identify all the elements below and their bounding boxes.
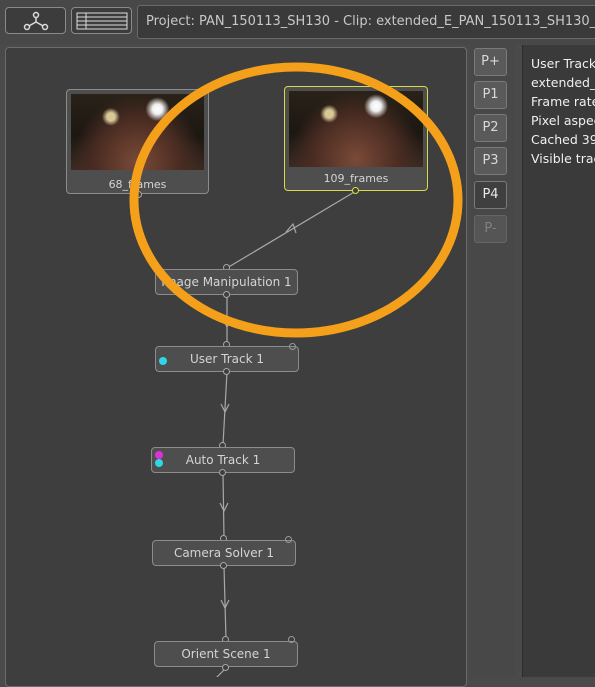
info-panel: User Track extended_ Frame rate Pixel as… bbox=[522, 45, 595, 677]
page-4-button[interactable]: P4 bbox=[474, 181, 507, 209]
info-visible-tracks: Visible trac bbox=[531, 151, 595, 166]
page-buttons-column: P+ P1 P2 P3 P4 P- bbox=[470, 45, 515, 677]
clip-thumbnail bbox=[289, 91, 423, 167]
node-settings-indicator[interactable] bbox=[288, 636, 295, 643]
clip-node-109-frames[interactable]: 109_frames bbox=[284, 86, 428, 191]
node-graph-icon bbox=[23, 11, 48, 30]
magenta-port-indicator bbox=[155, 451, 163, 459]
list-icon bbox=[76, 12, 127, 29]
node-settings-indicator[interactable] bbox=[289, 343, 296, 350]
remove-page-button[interactable]: P- bbox=[474, 215, 507, 243]
project-clip-title: Project: PAN_150113_SH130 - Clip: extend… bbox=[137, 5, 595, 39]
node-settings-indicator[interactable] bbox=[285, 536, 292, 543]
clip-output-port[interactable] bbox=[352, 187, 359, 194]
clip-label: 68_frames bbox=[108, 178, 167, 191]
info-pixel-aspect: Pixel aspec bbox=[531, 113, 595, 128]
info-cached: Cached 39 bbox=[531, 132, 595, 147]
top-toolbar: Project: PAN_150113_SH130 - Clip: extend… bbox=[0, 0, 595, 44]
node-output-port[interactable] bbox=[222, 664, 229, 671]
clip-thumbnail bbox=[71, 94, 204, 170]
node-output-port[interactable] bbox=[220, 562, 227, 569]
add-page-button[interactable]: P+ bbox=[474, 48, 507, 76]
page-3-button[interactable]: P3 bbox=[474, 147, 507, 175]
node-graph-view-button[interactable] bbox=[5, 7, 66, 34]
clip-label: 109_frames bbox=[323, 172, 389, 185]
node-output-port[interactable] bbox=[223, 291, 230, 298]
node-output-port[interactable] bbox=[219, 469, 226, 476]
info-frame-rate: Frame rate bbox=[531, 94, 595, 109]
cyan-port-indicator bbox=[155, 459, 163, 467]
clip-output-port[interactable] bbox=[135, 191, 142, 198]
info-clip-name: extended_ bbox=[531, 75, 595, 90]
list-view-button[interactable] bbox=[71, 7, 132, 34]
page-1-button[interactable]: P1 bbox=[474, 81, 507, 109]
page-2-button[interactable]: P2 bbox=[474, 114, 507, 142]
cyan-port-indicator bbox=[159, 357, 167, 365]
info-node-name: User Track bbox=[531, 56, 595, 71]
node-output-port[interactable] bbox=[223, 368, 230, 375]
clip-node-68-frames[interactable]: 68_frames bbox=[66, 89, 209, 194]
